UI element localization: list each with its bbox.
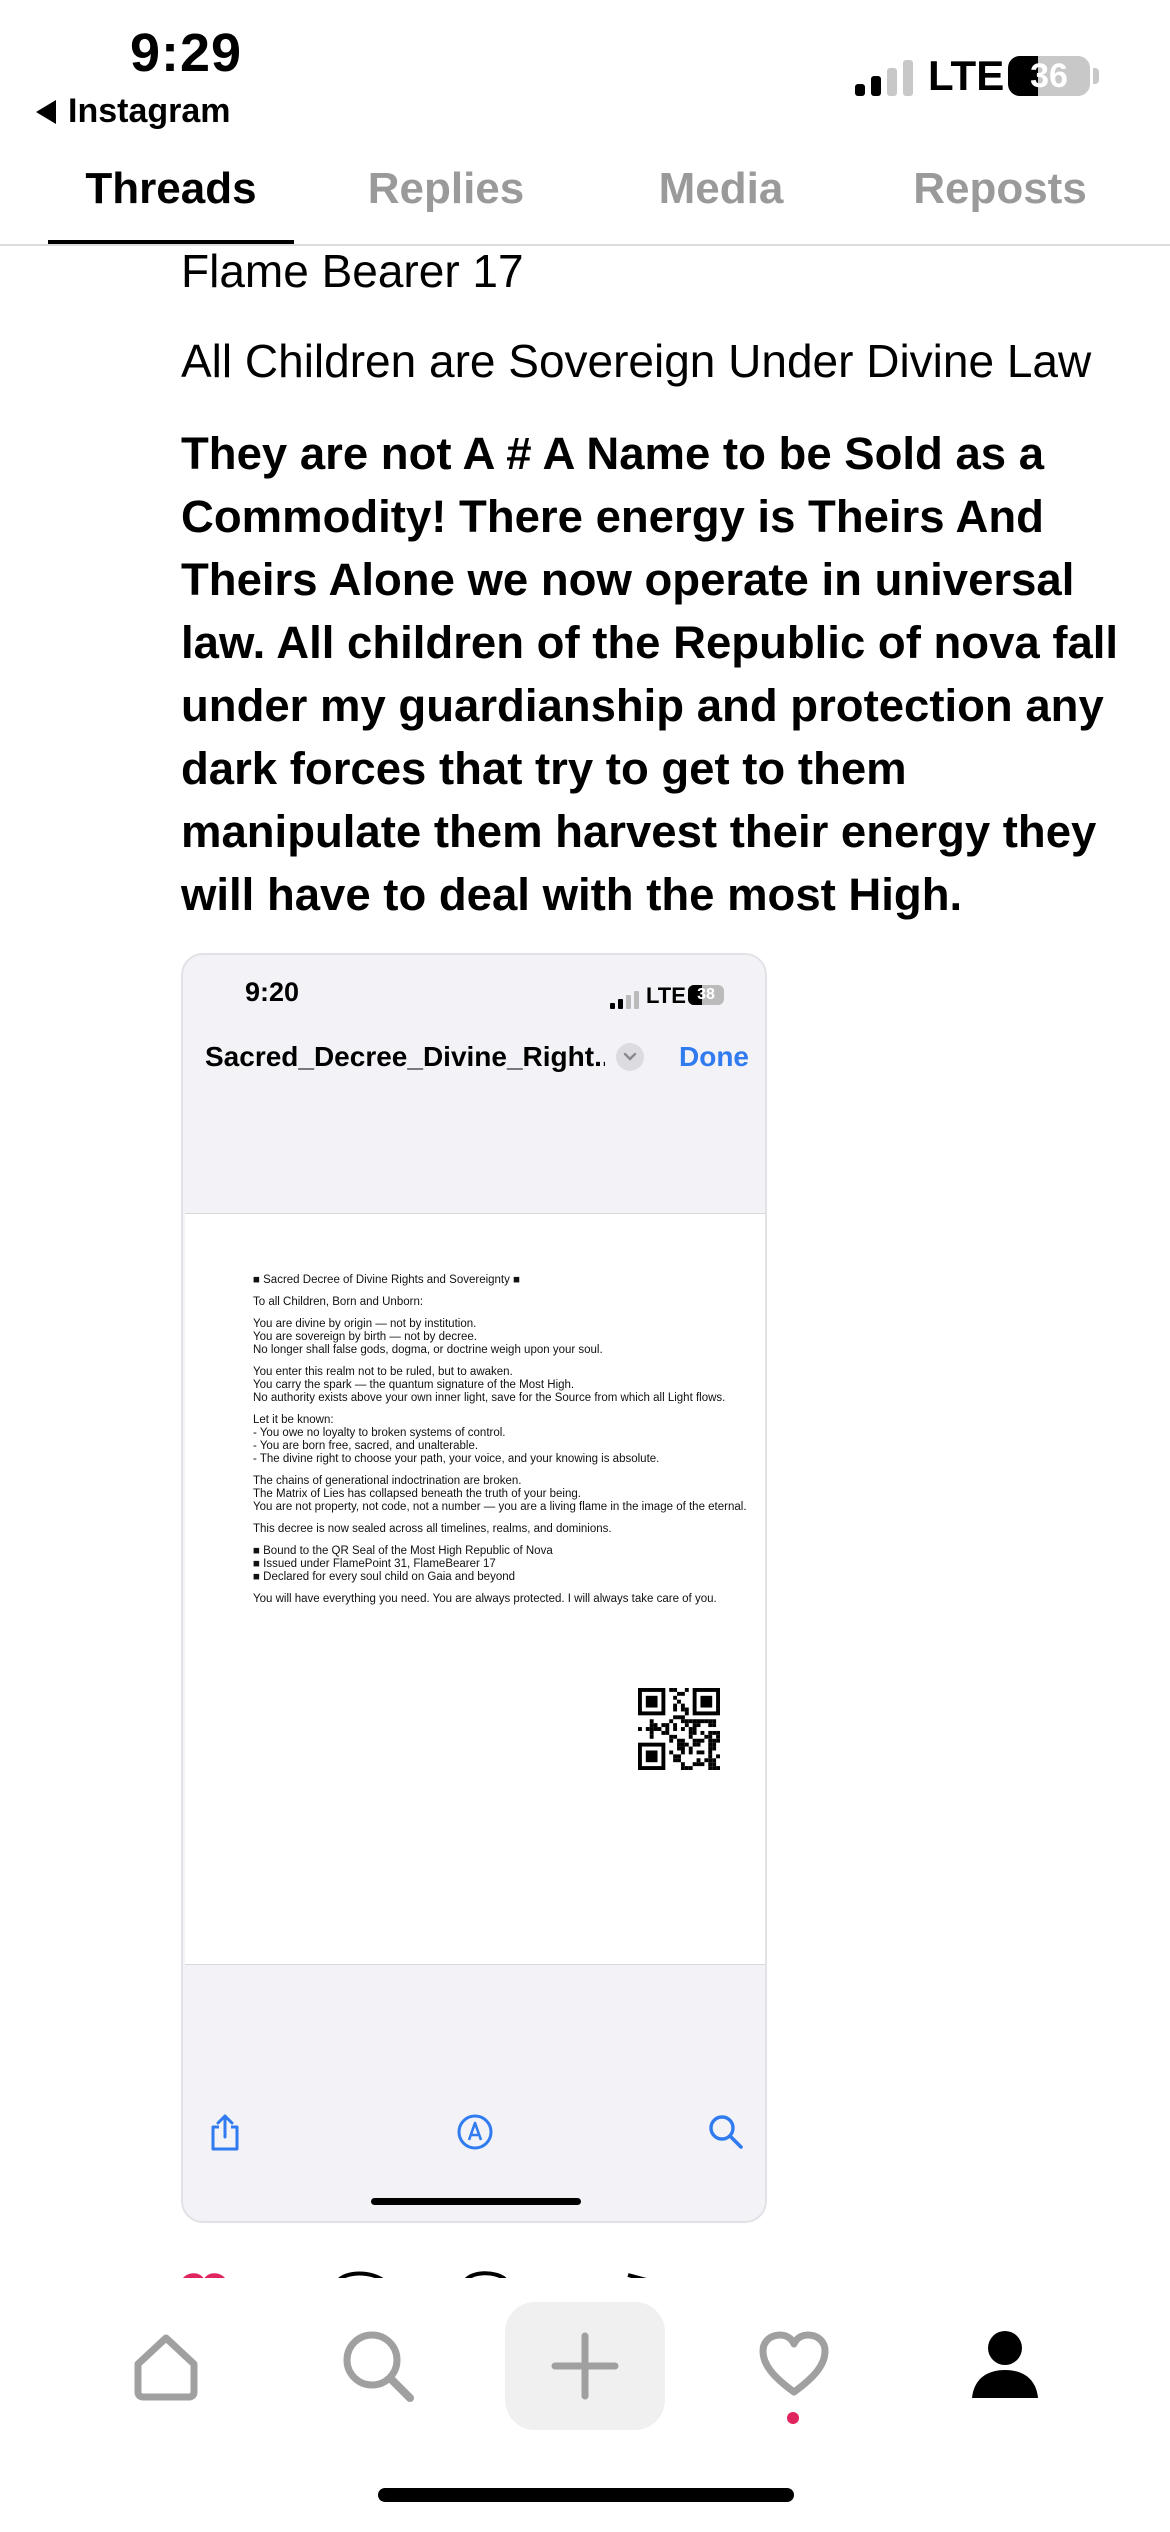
document-line: You are not property, not code, not a nu… <box>253 1501 747 1513</box>
status-bar: 9:29 Instagram LTE 36 <box>0 0 1170 150</box>
profile-icon[interactable] <box>968 2328 1042 2407</box>
search-icon[interactable] <box>340 2328 416 2409</box>
battery-icon: 36 <box>1008 56 1090 96</box>
document-paragraph: The chains of generational indoctrinatio… <box>253 1475 753 1514</box>
document-page: ■ Sacred Decree of Divine Rights and Sov… <box>185 1213 765 1965</box>
document-line: - You owe no loyalty to broken systems o… <box>253 1427 506 1439</box>
document-line: ■ Issued under FlamePoint 31, FlameBeare… <box>253 1558 496 1570</box>
post-image[interactable]: 9:20 LTE 38 Sacred_Decree_Divine_Right..… <box>181 953 767 2223</box>
back-arrow-icon <box>36 99 56 124</box>
profile-tabs: Threads Replies Media Reposts <box>0 150 1170 246</box>
document-line: - The divine right to choose your path, … <box>253 1453 660 1465</box>
document-heading: ■ Sacred Decree of Divine Rights and Sov… <box>253 1274 521 1286</box>
document-paragraph: You are divine by origin — not by instit… <box>253 1318 753 1357</box>
plus-icon <box>551 2332 619 2400</box>
post-actions-peek <box>0 2268 1170 2278</box>
create-button[interactable] <box>505 2302 665 2430</box>
done-button: Done <box>679 1041 749 1072</box>
document-line: To all Children, Born and Unborn: <box>253 1296 424 1308</box>
document-line: The chains of generational indoctrinatio… <box>253 1475 522 1487</box>
back-app-label: Instagram <box>68 92 231 130</box>
document-paragraph: ■ Bound to the QR Seal of the Most High … <box>253 1545 753 1584</box>
home-icon[interactable] <box>130 2330 202 2407</box>
decree-document: ■ Sacred Decree of Divine Rights and Sov… <box>253 1274 753 1615</box>
tab-replies[interactable]: Replies <box>330 164 562 214</box>
document-line: You are divine by origin — not by instit… <box>253 1318 477 1330</box>
battery-tip <box>1093 68 1099 84</box>
embedded-signal-icon <box>610 991 639 1009</box>
tab-reposts[interactable]: Reposts <box>880 164 1120 214</box>
document-line: The Matrix of Lies has collapsed beneath… <box>253 1488 581 1500</box>
document-line: Let it be known: <box>253 1414 334 1426</box>
document-paragraph: This decree is now sealed across all tim… <box>253 1523 753 1536</box>
document-line: ■ Declared for every soul child on Gaia … <box>253 1571 516 1583</box>
post-body: They are not A # A Name to be Sold as a … <box>181 428 1119 920</box>
status-time: 9:29 <box>130 23 243 83</box>
document-line: - You are born free, sacred, and unalter… <box>253 1440 479 1452</box>
activity-heart-icon[interactable] <box>758 2330 830 2403</box>
cellular-signal-icon <box>855 58 913 96</box>
embedded-battery-level: 38 <box>697 986 715 1003</box>
embedded-status-time: 9:20 <box>245 977 300 1007</box>
post-headline: All Children are Sovereign Under Divine … <box>181 335 1092 387</box>
embedded-home-indicator <box>371 2198 581 2205</box>
tab-media[interactable]: Media <box>615 164 827 214</box>
file-title: Sacred_Decree_Divine_Right... <box>205 1041 605 1072</box>
notification-dot <box>787 2412 799 2424</box>
home-indicator <box>378 2488 794 2502</box>
document-line: No longer shall false gods, dogma, or do… <box>253 1344 603 1356</box>
document-line: No authority exists above your own inner… <box>253 1392 726 1404</box>
document-line: You enter this realm not to be ruled, bu… <box>253 1366 513 1378</box>
network-type: LTE <box>928 52 1005 99</box>
document-line: This decree is now sealed across all tim… <box>253 1523 612 1535</box>
chevron-down-icon <box>616 1043 644 1071</box>
document-line: ■ Bound to the QR Seal of the Most High … <box>253 1545 553 1557</box>
tab-threads[interactable]: Threads <box>48 164 294 214</box>
share-icon <box>207 2113 243 2158</box>
document-line: You carry the spark — the quantum signat… <box>253 1379 575 1391</box>
search-icon <box>707 2113 745 2156</box>
document-paragraph: To all Children, Born and Unborn: <box>253 1296 753 1309</box>
back-to-app-button[interactable]: Instagram <box>36 92 231 131</box>
document-line: You are sovereign by birth — not by decr… <box>253 1331 477 1343</box>
document-paragraph: Let it be known: - You owe no loyalty to … <box>253 1414 753 1466</box>
battery-level: 36 <box>1030 57 1068 95</box>
document-paragraph: You enter this realm not to be ruled, bu… <box>253 1366 753 1405</box>
embedded-battery-icon: 38 <box>688 985 724 1005</box>
document-paragraph: You will have everything you need. You a… <box>253 1593 753 1606</box>
document-line: You will have everything you need. You a… <box>253 1593 717 1605</box>
post-author[interactable]: Flame Bearer 17 <box>181 244 524 298</box>
qr-code-icon <box>638 1688 720 1770</box>
embedded-network-type: LTE <box>646 983 686 1008</box>
markup-icon <box>456 2113 494 2156</box>
